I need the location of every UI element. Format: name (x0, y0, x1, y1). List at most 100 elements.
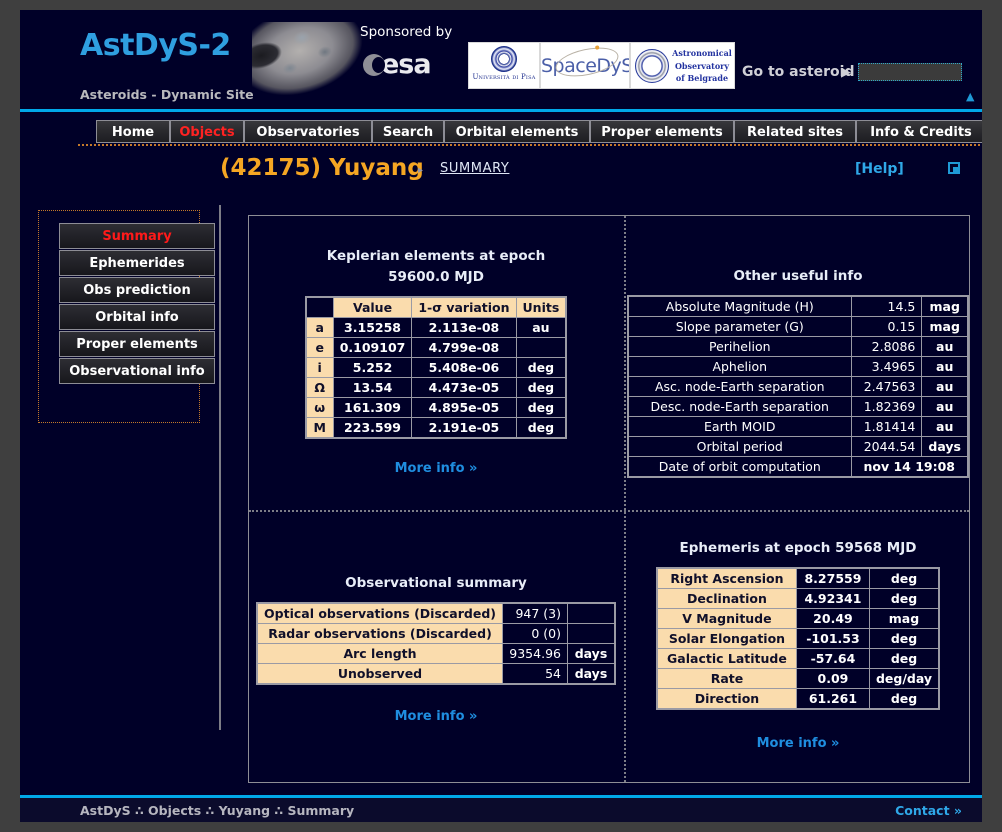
ephemeris-more-info-link[interactable]: More info » (627, 736, 969, 751)
table-row: Solar Elongation -101.53 deg (656, 628, 940, 649)
ephemeris-label-2: V Magnitude (656, 608, 797, 629)
keplerian-header-units: Units (515, 296, 567, 318)
goto-asteroid-input[interactable] (858, 63, 962, 81)
logo-universita-di-pisa[interactable]: Università di Pisa (468, 42, 540, 89)
other-info-units-1: mag (921, 316, 969, 337)
table-row: Right Ascension 8.27559 deg (656, 567, 940, 589)
sidebar-item-summary[interactable]: Summary (59, 223, 215, 249)
keplerian-value-a: 3.15258 (332, 317, 413, 338)
sidebar-item-observational-info[interactable]: Observational info (59, 358, 215, 384)
tab-info-credits[interactable]: Info & Credits (856, 120, 982, 143)
sponsored-by-label: Sponsored by (360, 24, 453, 40)
keplerian-panel: Keplerian elements at epoch 59600.0 MJD … (249, 246, 623, 476)
sidebar-menu: Summary Ephemerides Obs prediction Orbit… (38, 210, 215, 423)
other-info-units-7: days (921, 436, 969, 457)
other-info-label-0: Absolute Magnitude (H) (627, 295, 852, 317)
table-header-row: Value 1-σ variation Units (305, 296, 567, 318)
ephemeris-value-2: 20.49 (795, 608, 870, 629)
sidebar-item-orbital-info[interactable]: Orbital info (59, 304, 215, 330)
observational-panel: Observational summary Optical observatio… (249, 573, 623, 724)
other-info-table: Absolute Magnitude (H) 14.5 mag Slope pa… (627, 295, 969, 478)
ephemeris-units-4: deg (868, 648, 940, 669)
unipi-crest-icon (491, 46, 517, 72)
table-row: Date of orbit computation nov 14 19:08 (627, 456, 969, 478)
ephemeris-label-4: Galactic Latitude (656, 648, 797, 669)
ephemeris-units-5: deg/day (868, 668, 940, 689)
tab-orbital-elements[interactable]: Orbital elements (444, 120, 590, 143)
other-info-label-6: Earth MOID (627, 416, 852, 437)
tab-search[interactable]: Search (372, 120, 444, 143)
keplerian-var-a: 2.113e-08 (411, 317, 517, 338)
unipi-label: Università di Pisa (472, 73, 536, 81)
quadrant-horizontal-divider (249, 510, 969, 512)
table-row: Perihelion 2.8086 au (627, 336, 969, 357)
ephemeris-units-6: deg (868, 688, 940, 710)
other-info-units-4: au (921, 376, 969, 397)
table-row: e 0.109107 4.799e-08 (305, 337, 567, 358)
site-footer: AstDyS ∴ Objects ∴ Yuyang ∴ Summary Cont… (20, 798, 982, 822)
print-icon[interactable] (948, 162, 960, 174)
keplerian-var-e: 4.799e-08 (411, 337, 517, 358)
quadrant-vertical-divider (624, 216, 626, 782)
section-link-summary[interactable]: SUMMARY (440, 161, 509, 176)
logo-observatory-belgrade[interactable]: Astronomical Observatory of Belgrade (630, 42, 735, 89)
esa-logo: esa (363, 48, 463, 82)
tab-observatories[interactable]: Observatories (244, 120, 372, 143)
contact-link[interactable]: Contact » (895, 803, 962, 818)
other-info-units-5: au (921, 396, 969, 417)
table-row: Rate 0.09 deg/day (656, 668, 940, 689)
keplerian-var-i: 5.408e-06 (411, 357, 517, 378)
table-row: Absolute Magnitude (H) 14.5 mag (627, 295, 969, 317)
ephemeris-label-5: Rate (656, 668, 797, 689)
table-row: Radar observations (Discarded) 0 (0) (256, 623, 616, 644)
other-info-title: Other useful info (733, 268, 863, 284)
goto-asteroid-label: Go to asteroid (742, 64, 855, 80)
scroll-to-top-icon[interactable]: ▲ (966, 90, 974, 103)
sidebar-item-proper-elements[interactable]: Proper elements (59, 331, 215, 357)
ephemeris-panel: Ephemeris at epoch 59568 MJD Right Ascen… (627, 538, 969, 751)
tab-related-sites[interactable]: Related sites (734, 120, 856, 143)
help-link[interactable]: [Help] (855, 161, 904, 177)
other-info-value-2: 2.8086 (850, 336, 923, 357)
keplerian-symbol-omega-big: Ω (305, 377, 334, 398)
site-logo-text: AstDyS-2 (80, 28, 231, 63)
other-info-value-5: 1.82369 (850, 396, 923, 417)
other-info-value-8: nov 14 19:08 (850, 456, 969, 478)
other-info-units-6: au (921, 416, 969, 437)
observational-label-0: Optical observations (Discarded) (256, 602, 503, 624)
observational-label-1: Radar observations (Discarded) (256, 623, 503, 644)
page-title-row: (42175) Yuyang ▸ SUMMARY [Help] (20, 155, 982, 195)
table-row: Arc length 9354.96 days (256, 643, 616, 664)
ephemeris-label-0: Right Ascension (656, 567, 797, 589)
keplerian-units-omega-small: deg (515, 397, 567, 418)
breadcrumb-arrow-icon: ▸ (418, 165, 424, 176)
sidebar-item-obs-prediction[interactable]: Obs prediction (59, 277, 215, 303)
keplerian-more-info-link[interactable]: More info » (249, 461, 623, 476)
observational-value-2: 9354.96 (501, 643, 568, 664)
other-info-label-1: Slope parameter (G) (627, 316, 852, 337)
ephemeris-value-6: 61.261 (795, 688, 870, 710)
sidebar-item-ephemerides[interactable]: Ephemerides (59, 250, 215, 276)
goto-arrow-icon: ▶ (841, 65, 851, 80)
tab-proper-elements[interactable]: Proper elements (590, 120, 734, 143)
observational-label-2: Arc length (256, 643, 503, 664)
site-header: AstDyS-2 Asteroids - Dynamic Site Sponso… (20, 10, 982, 112)
esa-logo-text: esa (381, 49, 432, 80)
table-row: Earth MOID 1.81414 au (627, 416, 969, 437)
table-row: Optical observations (Discarded) 947 (3) (256, 602, 616, 624)
other-info-units-3: au (921, 356, 969, 377)
keplerian-symbol-i: i (305, 357, 334, 378)
logo-spacedys[interactable]: SpaceDyS (540, 42, 630, 89)
keplerian-units-a: au (515, 317, 567, 338)
table-row: i 5.252 5.408e-06 deg (305, 357, 567, 378)
table-row: Declination 4.92341 deg (656, 588, 940, 609)
page-title: (42175) Yuyang (220, 155, 424, 181)
tab-home[interactable]: Home (96, 120, 170, 143)
keplerian-title-line1: Keplerian elements at epoch (326, 248, 546, 264)
observational-label-3: Unobserved (256, 663, 503, 685)
tab-objects[interactable]: Objects (170, 120, 244, 143)
table-row: M 223.599 2.191e-05 deg (305, 417, 567, 439)
table-row: Direction 61.261 deg (656, 688, 940, 710)
other-info-value-4: 2.47563 (850, 376, 923, 397)
observational-more-info-link[interactable]: More info » (249, 709, 623, 724)
